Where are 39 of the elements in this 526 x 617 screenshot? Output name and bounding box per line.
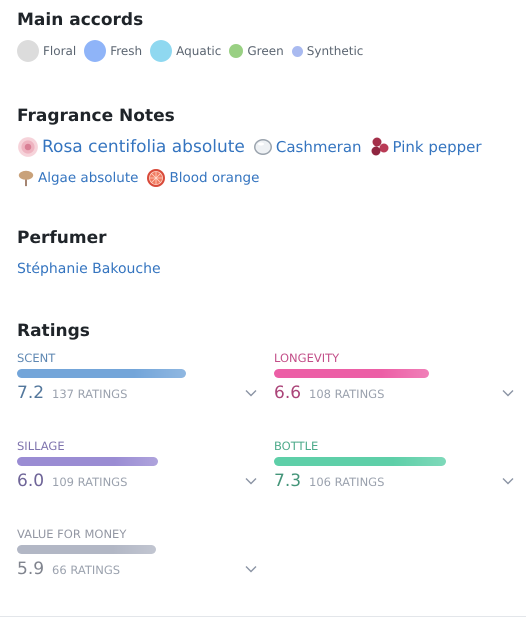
- rating-count: 66 RATINGS: [52, 563, 122, 577]
- note-link[interactable]: Pink pepper: [392, 138, 482, 156]
- chevron-down-icon[interactable]: [245, 565, 257, 573]
- rating-count: 137 RATINGS: [52, 387, 128, 401]
- berries-icon: [370, 137, 390, 157]
- rating-score: 5.9: [17, 559, 44, 579]
- rating-count: 106 RATINGS: [309, 475, 386, 489]
- rating-label: BOTTLE: [274, 439, 320, 453]
- section-heading: Main accords: [17, 10, 144, 30]
- accord-label: Synthetic: [306, 44, 364, 58]
- rating-score: 7.2: [17, 383, 44, 403]
- chevron-down-icon[interactable]: [245, 389, 257, 397]
- section-heading: Fragrance Notes: [17, 106, 176, 126]
- chevron-down-icon[interactable]: [502, 477, 514, 485]
- rating-count: 109 RATINGS: [52, 475, 128, 489]
- chevron-down-icon[interactable]: [502, 389, 514, 397]
- chevron-down-icon[interactable]: [245, 477, 257, 485]
- rating-label: SCENT: [17, 351, 56, 365]
- section-heading: Perfumer: [17, 228, 108, 248]
- rating-label: LONGEVITY: [274, 351, 340, 365]
- accord-label: Green: [247, 44, 284, 58]
- droplet-icon: [252, 137, 273, 157]
- rating-count: 108 RATINGS: [309, 387, 386, 401]
- accord-label: Fresh: [110, 44, 142, 58]
- rating-score: 6.6: [274, 383, 302, 403]
- rating-score: 7.3: [274, 471, 302, 491]
- note-link[interactable]: Blood orange: [169, 170, 260, 186]
- citrus-slice-icon: [146, 168, 166, 188]
- accord-label: Floral: [43, 44, 76, 58]
- note-link[interactable]: Algae absolute: [38, 170, 138, 186]
- section-heading: Ratings: [17, 321, 91, 341]
- perfumer-link[interactable]: Stéphanie Bakouche: [17, 261, 161, 277]
- rating-score: 6.0: [17, 471, 44, 491]
- rating-label: VALUE FOR MONEY: [17, 527, 128, 541]
- note-link[interactable]: Rosa centifolia absolute: [42, 137, 245, 157]
- rating-label: SILLAGE: [17, 439, 66, 453]
- accord-label: Aquatic: [176, 44, 222, 58]
- note-link[interactable]: Cashmeran: [276, 138, 362, 156]
- rose-icon: [17, 136, 39, 158]
